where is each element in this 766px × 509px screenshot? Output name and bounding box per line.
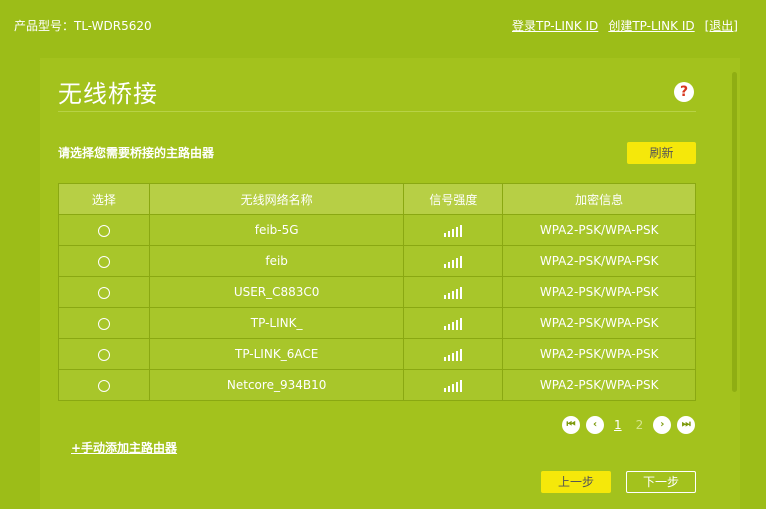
signal-strength-icon	[444, 255, 463, 268]
select-cell	[58, 214, 150, 246]
title-divider	[58, 111, 696, 112]
select-radio[interactable]	[97, 224, 110, 237]
pagination: ⏮ ‹ 1 2 › ⏭	[562, 416, 696, 434]
table-row[interactable]: Netcore_934B10 WPA2-PSK/WPA-PSK	[58, 369, 696, 401]
scrollbar[interactable]	[732, 72, 737, 392]
next-page-icon[interactable]: ›	[653, 416, 672, 434]
ssid-cell: TP-LINK_	[148, 307, 405, 339]
col-select: 选择	[58, 183, 150, 215]
table-row[interactable]: TP-LINK_ WPA2-PSK/WPA-PSK	[58, 307, 696, 339]
security-cell: WPA2-PSK/WPA-PSK	[502, 338, 696, 370]
select-router-prompt: 请选择您需要桥接的主路由器	[58, 146, 215, 160]
table-header-row: 选择 无线网络名称 信号强度 加密信息	[58, 183, 696, 215]
ssid-cell: feib-5G	[148, 214, 405, 246]
top-links: 登录TP-LINK ID 创建TP-LINK ID [退出]	[512, 17, 738, 34]
page-number-2[interactable]: 2	[632, 418, 648, 432]
table-row[interactable]: feib-5G WPA2-PSK/WPA-PSK	[58, 214, 696, 246]
security-cell: WPA2-PSK/WPA-PSK	[502, 369, 696, 401]
signal-cell	[403, 276, 504, 308]
security-cell: WPA2-PSK/WPA-PSK	[502, 245, 696, 277]
col-ssid: 无线网络名称	[148, 183, 405, 215]
last-page-icon[interactable]: ⏭	[677, 416, 696, 434]
page-number-1[interactable]: 1	[610, 418, 626, 432]
next-step-button[interactable]: 下一步	[626, 471, 696, 493]
ssid-cell: TP-LINK_6ACE	[148, 338, 405, 370]
signal-strength-icon	[444, 348, 463, 361]
signal-cell	[403, 338, 504, 370]
col-security: 加密信息	[502, 183, 696, 215]
ssid-cell: Netcore_934B10	[148, 369, 405, 401]
select-cell	[58, 307, 150, 339]
table-row[interactable]: feib WPA2-PSK/WPA-PSK	[58, 245, 696, 277]
add-router-manually-link[interactable]: +手动添加主路由器	[71, 439, 177, 456]
signal-cell	[403, 214, 504, 246]
product-model: 产品型号：TL-WDR5620	[14, 19, 152, 33]
select-radio[interactable]	[97, 317, 110, 330]
ssid-cell: feib	[148, 245, 405, 277]
select-radio[interactable]	[97, 348, 110, 361]
page-title: 无线桥接	[58, 80, 158, 108]
signal-cell	[403, 245, 504, 277]
signal-cell	[403, 369, 504, 401]
select-cell	[58, 369, 150, 401]
help-icon[interactable]: ?	[674, 82, 694, 102]
prev-page-icon[interactable]: ‹	[586, 416, 604, 434]
select-cell	[58, 276, 150, 308]
signal-strength-icon	[444, 317, 463, 330]
security-cell: WPA2-PSK/WPA-PSK	[502, 307, 696, 339]
refresh-button[interactable]: 刷新	[627, 142, 696, 164]
signal-cell	[403, 307, 504, 339]
select-radio[interactable]	[97, 255, 110, 268]
create-tplink-id-link[interactable]: 创建TP-LINK ID	[608, 17, 694, 34]
first-page-icon[interactable]: ⏮	[562, 416, 580, 434]
wireless-network-table: 选择 无线网络名称 信号强度 加密信息 feib-5G WPA2-PSK/WPA-…	[58, 183, 696, 401]
signal-strength-icon	[444, 224, 463, 237]
select-radio[interactable]	[97, 379, 110, 392]
logout-link[interactable]: [退出]	[705, 17, 738, 34]
table-row[interactable]: USER_C883C0 WPA2-PSK/WPA-PSK	[58, 276, 696, 308]
security-cell: WPA2-PSK/WPA-PSK	[502, 214, 696, 246]
select-cell	[58, 338, 150, 370]
table-row[interactable]: TP-LINK_6ACE WPA2-PSK/WPA-PSK	[58, 338, 696, 370]
login-tplink-id-link[interactable]: 登录TP-LINK ID	[512, 17, 598, 34]
select-cell	[58, 245, 150, 277]
router-admin-page: 产品型号：TL-WDR5620 登录TP-LINK ID 创建TP-LINK I…	[0, 0, 766, 509]
signal-strength-icon	[444, 286, 463, 299]
select-radio[interactable]	[97, 286, 110, 299]
prev-step-button[interactable]: 上一步	[541, 471, 611, 493]
ssid-cell: USER_C883C0	[148, 276, 405, 308]
col-signal: 信号强度	[403, 183, 504, 215]
signal-strength-icon	[444, 379, 463, 392]
security-cell: WPA2-PSK/WPA-PSK	[502, 276, 696, 308]
